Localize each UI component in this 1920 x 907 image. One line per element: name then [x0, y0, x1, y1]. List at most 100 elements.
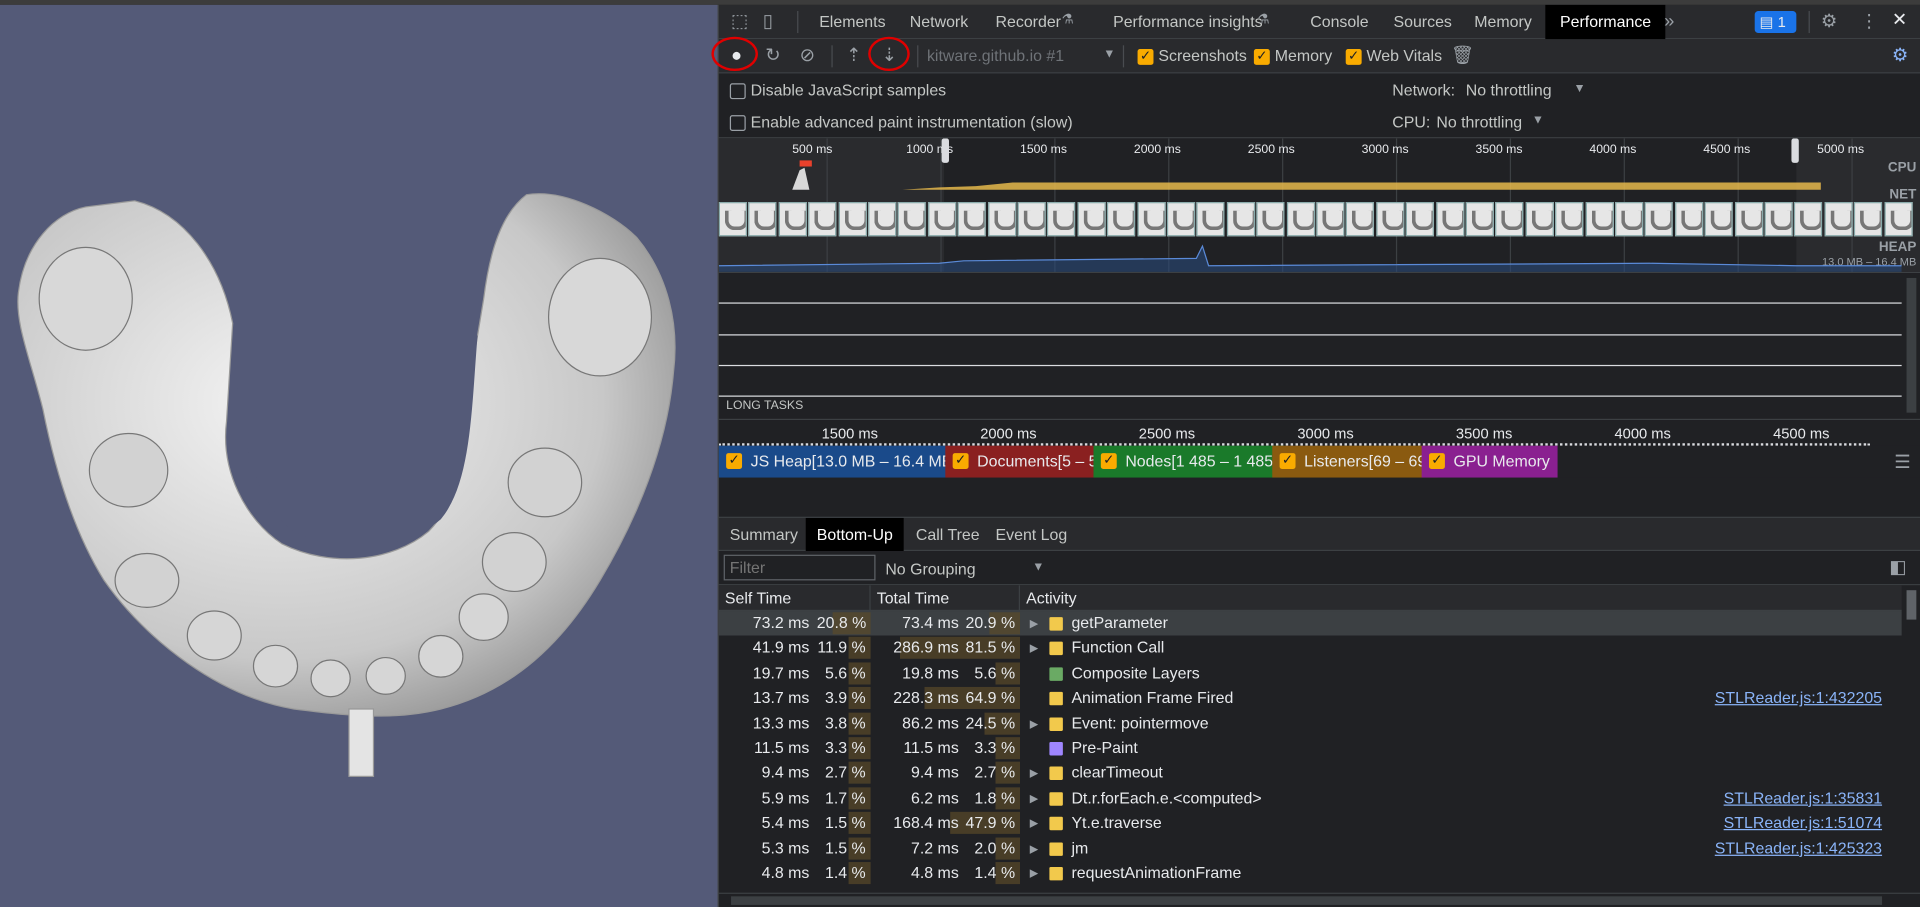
- screenshot-thumbnail[interactable]: [1107, 202, 1136, 237]
- screenshot-thumbnail[interactable]: [748, 202, 777, 237]
- upload-icon[interactable]: ⇡: [846, 47, 861, 65]
- screenshot-thumbnail[interactable]: [1465, 202, 1494, 237]
- tab-elements[interactable]: Elements: [819, 5, 885, 39]
- counter-checkbox[interactable]: ✓: [1100, 453, 1117, 469]
- toggle-sidebar-icon[interactable]: ◧: [1889, 558, 1906, 576]
- screenshot-thumbnail[interactable]: [1346, 202, 1375, 237]
- table-row[interactable]: 5.3 ms 1.5 % 7.2 ms 2.0 % ▶ jm STLReader.js:1:…: [719, 836, 1902, 861]
- screenshot-thumbnail[interactable]: [1734, 202, 1763, 237]
- target-select[interactable]: kitware.github.io #1: [927, 47, 1064, 65]
- grouping-select[interactable]: No Grouping: [885, 560, 975, 578]
- screenshot-thumbnail[interactable]: [1495, 202, 1524, 237]
- table-row[interactable]: 9.4 ms 2.7 % 9.4 ms 2.7 % ▶ clearTimeout: [719, 761, 1902, 786]
- screenshot-thumbnail[interactable]: [1256, 202, 1285, 237]
- header-self-time[interactable]: Self Time: [719, 585, 871, 612]
- screenshot-thumbnail[interactable]: [1615, 202, 1644, 237]
- kebab-menu-icon[interactable]: ⋮: [1860, 12, 1878, 30]
- expand-arrow-icon[interactable]: ▶: [1030, 711, 1038, 735]
- screenshot-thumbnail[interactable]: [1077, 202, 1106, 237]
- range-handle-right[interactable]: [1791, 138, 1799, 163]
- table-row[interactable]: 73.2 ms 20.8 % 73.4 ms 20.9 % ▶ getParameter: [718, 611, 1902, 636]
- screenshot-thumbnail[interactable]: [1854, 202, 1883, 237]
- more-tabs-icon[interactable]: »: [1664, 12, 1674, 30]
- tab-performance-insights[interactable]: Performance insights: [1113, 5, 1263, 39]
- screenshot-thumbnail[interactable]: [1137, 202, 1166, 237]
- tab-sources[interactable]: Sources: [1393, 5, 1451, 39]
- disable-js-checkbox[interactable]: [729, 83, 746, 100]
- counter-checkbox[interactable]: ✓: [1428, 453, 1445, 469]
- screenshot-thumbnail[interactable]: [1376, 202, 1405, 237]
- source-link[interactable]: STLReader.js:1:51074: [1724, 811, 1882, 835]
- tab-console[interactable]: Console: [1310, 5, 1368, 39]
- screenshot-thumbnail[interactable]: [1017, 202, 1046, 237]
- counter-checkbox[interactable]: ✓: [952, 453, 969, 469]
- screenshot-thumbnail[interactable]: [1674, 202, 1704, 237]
- screenshot-thumbnail[interactable]: [1555, 202, 1584, 237]
- clear-icon[interactable]: ⊘: [800, 47, 815, 65]
- screenshot-thumbnail[interactable]: [838, 202, 867, 237]
- table-row[interactable]: 13.7 ms 3.9 % 228.3 ms 64.9 % Animation Fram…: [719, 686, 1902, 711]
- advanced-paint-checkbox[interactable]: [729, 115, 746, 132]
- counter-chip[interactable]: ✓ GPU Memory: [1421, 445, 1558, 478]
- reload-icon[interactable]: ↻: [765, 47, 780, 65]
- settings-icon[interactable]: ⚙: [1892, 47, 1908, 65]
- horizontal-scrollbar[interactable]: [718, 892, 1920, 907]
- screenshot-thumbnail[interactable]: [1644, 202, 1674, 237]
- screenshot-thumbnail[interactable]: [1794, 202, 1823, 237]
- expand-arrow-icon[interactable]: ▶: [1030, 636, 1038, 660]
- scrollbar-thumb[interactable]: [731, 896, 1883, 905]
- tab-summary[interactable]: Summary: [719, 518, 809, 551]
- screenshot-thumbnail[interactable]: [1316, 202, 1345, 237]
- hamburger-icon[interactable]: ☰: [1894, 453, 1910, 471]
- table-row[interactable]: 11.5 ms 3.3 % 11.5 ms 3.3 % Pre-Paint: [719, 736, 1902, 761]
- expand-arrow-icon[interactable]: ▶: [1030, 761, 1038, 785]
- screenshot-thumbnail[interactable]: [1047, 202, 1076, 237]
- screenshot-thumbnail[interactable]: [1435, 202, 1465, 237]
- issues-badge[interactable]: ▤ 1: [1754, 11, 1797, 34]
- tab-network[interactable]: Network: [910, 5, 968, 39]
- header-activity[interactable]: Activity: [1020, 585, 1076, 611]
- filter-input[interactable]: [723, 554, 876, 581]
- screenshot-thumbnail[interactable]: [868, 202, 897, 237]
- screenshot-thumbnail[interactable]: [957, 202, 986, 237]
- screenshot-thumbnail[interactable]: [1525, 202, 1554, 237]
- timeline-tracks[interactable]: LONG TASKS: [718, 273, 1920, 443]
- table-row[interactable]: 13.3 ms 3.8 % 86.2 ms 24.5 % ▶ Event: pointer…: [719, 711, 1902, 736]
- expand-arrow-icon[interactable]: ▶: [1030, 786, 1038, 810]
- screenshot-thumbnail[interactable]: [1764, 202, 1793, 237]
- counter-chip[interactable]: ✓ Documents[5 – 5]: [945, 445, 1110, 478]
- source-link[interactable]: STLReader.js:1:35831: [1724, 786, 1882, 810]
- screenshot-thumbnail[interactable]: [1166, 202, 1196, 237]
- screenshot-thumbnail[interactable]: [1585, 202, 1614, 237]
- tab-memory[interactable]: Memory: [1474, 5, 1531, 39]
- expand-arrow-icon[interactable]: ▶: [1030, 836, 1038, 860]
- counter-chip[interactable]: ✓ JS Heap[13.0 MB – 16.4 MB]: [718, 445, 965, 478]
- network-throttle-select[interactable]: No throttling: [1466, 81, 1552, 99]
- screenshot-thumbnail[interactable]: [1824, 202, 1853, 237]
- screenshot-thumbnail[interactable]: [987, 202, 1016, 237]
- screenshot-thumbnail[interactable]: [808, 202, 837, 237]
- table-row[interactable]: 5.9 ms 1.7 % 6.2 ms 1.8 % ▶ Dt.r.forEach.e.<c…: [719, 786, 1902, 811]
- source-link[interactable]: STLReader.js:1:432205: [1715, 686, 1882, 710]
- screenshots-checkbox[interactable]: ✓: [1137, 48, 1154, 65]
- table-scrollbar[interactable]: [1906, 590, 1917, 620]
- screenshot-thumbnail[interactable]: [1704, 202, 1733, 237]
- inspect-icon[interactable]: ⬚: [731, 12, 748, 30]
- table-row[interactable]: 5.4 ms 1.5 % 168.4 ms 47.9 % ▶ Yt.e.traverse S…: [719, 811, 1902, 836]
- memory-checkbox[interactable]: ✓: [1253, 48, 1270, 65]
- screenshot-thumbnail[interactable]: [1405, 202, 1435, 237]
- close-icon[interactable]: ✕: [1892, 11, 1907, 29]
- screenshot-thumbnail[interactable]: [1226, 202, 1255, 237]
- gear-icon[interactable]: ⚙: [1821, 12, 1837, 30]
- expand-arrow-icon[interactable]: ▶: [1030, 611, 1038, 635]
- counter-checkbox[interactable]: ✓: [1279, 453, 1296, 469]
- screenshot-thumbnail[interactable]: [1286, 202, 1315, 237]
- table-row[interactable]: 41.9 ms 11.9 % 286.9 ms 81.5 % ▶ Function Cal…: [719, 636, 1902, 661]
- tab-recorder[interactable]: Recorder: [996, 5, 1061, 39]
- counter-checkbox[interactable]: ✓: [726, 453, 743, 469]
- header-total-time[interactable]: Total Time: [871, 585, 1021, 612]
- counter-chip[interactable]: ✓ Nodes[1 485 – 1 485]: [1093, 445, 1285, 478]
- counter-chip[interactable]: ✓ Listeners[69 – 69]: [1272, 445, 1439, 478]
- device-toolbar-icon[interactable]: ▯: [763, 12, 773, 30]
- web-vitals-checkbox[interactable]: ✓: [1345, 48, 1362, 65]
